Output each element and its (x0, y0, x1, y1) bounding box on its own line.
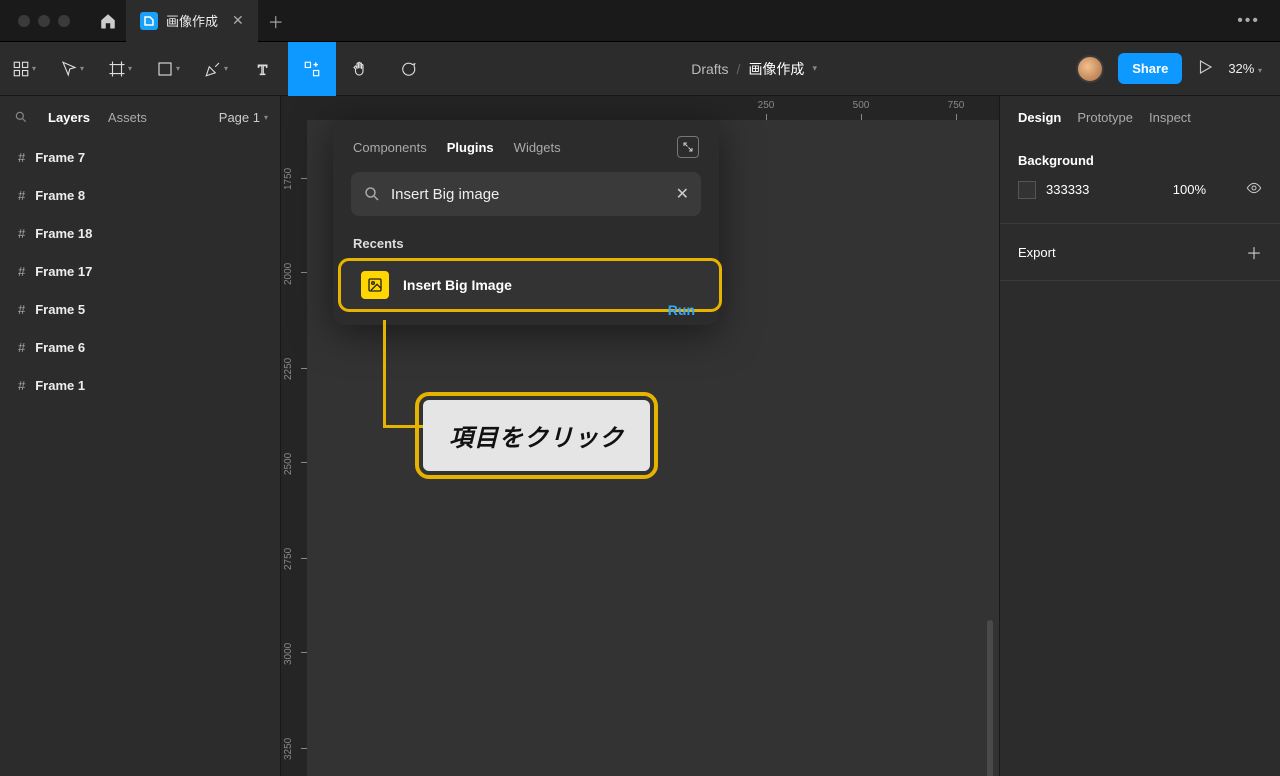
share-button[interactable]: Share (1118, 53, 1182, 84)
export-section[interactable]: Export ＋ (1000, 223, 1280, 281)
present-button[interactable] (1196, 58, 1214, 79)
page-title: 画像作成 (748, 59, 804, 79)
layer-row[interactable]: #Frame 8 (0, 176, 280, 214)
tab-label: 画像作成 (166, 11, 218, 30)
resources-tool[interactable] (288, 42, 336, 96)
tab-design[interactable]: Design (1018, 110, 1061, 125)
home-icon[interactable] (90, 12, 126, 30)
expand-icon[interactable] (677, 136, 699, 158)
annotation-callout: 項目をクリック (423, 400, 650, 471)
tab-layers[interactable]: Layers (48, 110, 90, 125)
window-controls (18, 15, 70, 27)
layers-list: #Frame 7 #Frame 8 #Frame 18 #Frame 17 #F… (0, 138, 280, 404)
tab-assets[interactable]: Assets (108, 110, 147, 125)
zoom-level[interactable]: 32% ▾ (1228, 61, 1262, 76)
breadcrumb[interactable]: Drafts / 画像作成 ▾ (432, 59, 1076, 79)
toolbar: ▾ ▾ ▾ ▾ ▾ T Drafts / 画像作成 ▾ Share 32% ▾ (0, 42, 1280, 96)
tab-plugins[interactable]: Plugins (447, 140, 494, 155)
frame-icon: # (18, 188, 25, 203)
frame-icon: # (18, 340, 25, 355)
chevron-down-icon: ▾ (812, 63, 817, 74)
layer-row[interactable]: #Frame 17 (0, 252, 280, 290)
traffic-max[interactable] (58, 15, 70, 27)
canvas-surface[interactable]: Components Plugins Widgets ✕ Recents (307, 120, 999, 776)
background-section: Background 333333 100% (1000, 139, 1280, 213)
shape-tool[interactable]: ▾ (144, 42, 192, 96)
ruler-vertical: 1750 2000 2250 2500 2750 3000 3250 (281, 120, 307, 776)
layer-row[interactable]: #Frame 7 (0, 138, 280, 176)
opacity-value[interactable]: 100% (1173, 182, 1206, 197)
search-icon[interactable] (12, 108, 30, 126)
tab-widgets[interactable]: Widgets (514, 140, 561, 155)
plugin-search-box[interactable]: ✕ (351, 172, 701, 216)
ruler-horizontal: 250 500 750 (281, 96, 999, 120)
tab-prototype[interactable]: Prototype (1077, 110, 1133, 125)
tab-components[interactable]: Components (353, 140, 427, 155)
plugin-name: Insert Big Image (403, 277, 699, 293)
layer-row[interactable]: #Frame 1 (0, 366, 280, 404)
frame-tool[interactable]: ▾ (96, 42, 144, 96)
frame-icon: # (18, 226, 25, 241)
close-icon[interactable]: ✕ (232, 12, 244, 29)
eye-icon[interactable] (1246, 180, 1262, 199)
canvas[interactable]: 250 500 750 1750 2000 2250 2500 2750 300… (281, 96, 999, 776)
traffic-min[interactable] (38, 15, 50, 27)
text-tool[interactable]: T (240, 42, 288, 96)
plus-icon[interactable]: ＋ (1246, 240, 1262, 264)
frame-icon: # (18, 302, 25, 317)
image-icon (361, 271, 389, 299)
layer-row[interactable]: #Frame 5 (0, 290, 280, 328)
breadcrumb-root: Drafts (691, 61, 728, 77)
design-panel: Design Prototype Inspect Background 3333… (999, 96, 1280, 776)
plugin-search-input[interactable] (391, 186, 666, 203)
layer-row[interactable]: #Frame 18 (0, 214, 280, 252)
recents-header: Recents (333, 230, 719, 261)
pages-dropdown[interactable]: Page 1 ▾ (219, 110, 268, 125)
comment-tool[interactable] (384, 42, 432, 96)
layer-row[interactable]: #Frame 6 (0, 328, 280, 366)
search-icon (363, 185, 381, 203)
frame-icon: # (18, 264, 25, 279)
traffic-close[interactable] (18, 15, 30, 27)
hand-tool[interactable] (336, 42, 384, 96)
color-hex[interactable]: 333333 (1046, 182, 1089, 197)
background-header: Background (1018, 153, 1262, 168)
resources-popover: Components Plugins Widgets ✕ Recents (333, 120, 719, 325)
layers-panel: Layers Assets Page 1 ▾ #Frame 7 #Frame 8… (0, 96, 281, 776)
export-label: Export (1018, 245, 1056, 260)
main-menu-button[interactable]: ▾ (0, 42, 48, 96)
frame-icon: # (18, 378, 25, 393)
clear-icon[interactable]: ✕ (676, 184, 689, 204)
frame-icon: # (18, 150, 25, 165)
scrollbar[interactable] (987, 620, 993, 776)
pen-tool[interactable]: ▾ (192, 42, 240, 96)
move-tool[interactable]: ▾ (48, 42, 96, 96)
more-icon[interactable]: ••• (1237, 12, 1260, 30)
tab-inspect[interactable]: Inspect (1149, 110, 1191, 125)
plugin-row[interactable]: Insert Big Image (341, 261, 719, 309)
color-swatch[interactable] (1018, 181, 1036, 199)
tab-current[interactable]: 画像作成 ✕ (126, 0, 258, 42)
titlebar: 画像作成 ✕ ＋ ••• (0, 0, 1280, 42)
annotation-line (383, 320, 386, 428)
avatar[interactable] (1076, 55, 1104, 83)
run-button[interactable]: Run (668, 302, 695, 318)
file-icon (140, 12, 158, 30)
svg-text:T: T (258, 62, 267, 78)
new-tab-button[interactable]: ＋ (258, 9, 294, 33)
